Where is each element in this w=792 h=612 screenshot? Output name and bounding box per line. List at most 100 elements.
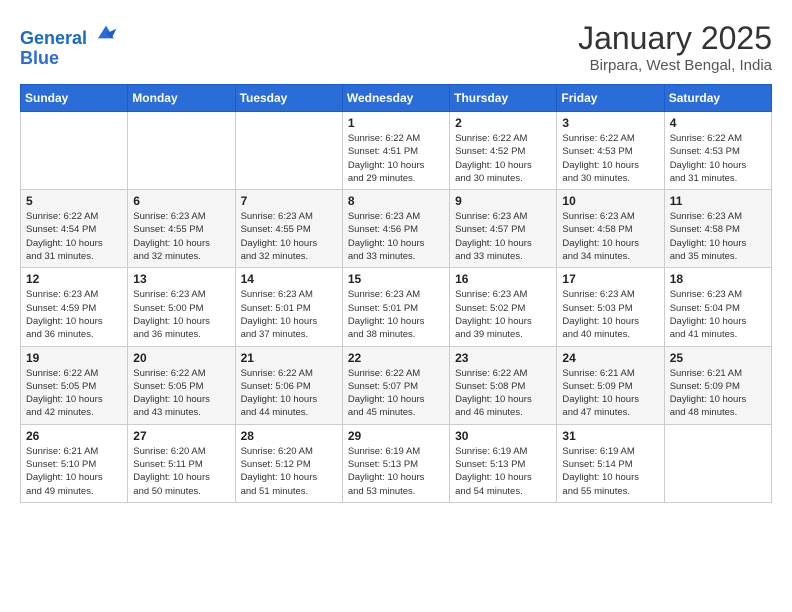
day-number: 27 (133, 429, 229, 443)
calendar-cell: 6Sunrise: 6:23 AM Sunset: 4:55 PM Daylig… (128, 190, 235, 268)
day-info: Sunrise: 6:21 AM Sunset: 5:10 PM Dayligh… (26, 445, 122, 498)
day-number: 16 (455, 272, 551, 286)
day-info: Sunrise: 6:23 AM Sunset: 5:02 PM Dayligh… (455, 288, 551, 341)
day-info: Sunrise: 6:22 AM Sunset: 5:08 PM Dayligh… (455, 367, 551, 420)
day-info: Sunrise: 6:20 AM Sunset: 5:11 PM Dayligh… (133, 445, 229, 498)
day-number: 8 (348, 194, 444, 208)
day-number: 11 (670, 194, 766, 208)
calendar-cell: 30 Sunrise: 6:19 AM Sunset: 5:13 PM Dayli… (450, 424, 557, 502)
day-number: 28 (241, 429, 337, 443)
day-info: Sunrise: 6:20 AM Sunset: 5:12 PM Dayligh… (241, 445, 337, 498)
day-number: 4 (670, 116, 766, 130)
day-info: Sunrise: 6:21 AM Sunset: 5:09 PM Dayligh… (562, 367, 658, 420)
day-number: 14 (241, 272, 337, 286)
day-number: 3 (562, 116, 658, 130)
calendar-cell: 21Sunrise: 6:22 AM Sunset: 5:06 PM Dayli… (235, 346, 342, 424)
day-info: Sunrise: 6:23 AM Sunset: 4:59 PM Dayligh… (26, 288, 122, 341)
day-info: Sunrise: 6:22 AM Sunset: 4:52 PM Dayligh… (455, 132, 551, 185)
weekday-header-friday: Friday (557, 85, 664, 112)
calendar-cell: 23 Sunrise: 6:22 AM Sunset: 5:08 PM Dayli… (450, 346, 557, 424)
calendar-cell: 3 Sunrise: 6:22 AM Sunset: 4:53 PM Daylig… (557, 112, 664, 190)
day-info: Sunrise: 6:21 AM Sunset: 5:09 PM Dayligh… (670, 367, 766, 420)
day-number: 5 (26, 194, 122, 208)
day-info: Sunrise: 6:22 AM Sunset: 4:53 PM Dayligh… (562, 132, 658, 185)
calendar-cell: 24Sunrise: 6:21 AM Sunset: 5:09 PM Dayli… (557, 346, 664, 424)
day-info: Sunrise: 6:22 AM Sunset: 5:06 PM Dayligh… (241, 367, 337, 420)
day-info: Sunrise: 6:23 AM Sunset: 4:55 PM Dayligh… (241, 210, 337, 263)
logo-blue-text: Blue (20, 49, 118, 67)
calendar-cell: 25Sunrise: 6:21 AM Sunset: 5:09 PM Dayli… (664, 346, 771, 424)
weekday-header-tuesday: Tuesday (235, 85, 342, 112)
calendar-cell: 14 Sunrise: 6:23 AM Sunset: 5:01 PM Dayli… (235, 268, 342, 346)
calendar-cell: 5 Sunrise: 6:22 AM Sunset: 4:54 PM Daylig… (21, 190, 128, 268)
location: Birpara, West Bengal, India (578, 57, 772, 74)
calendar-cell (235, 112, 342, 190)
day-number: 31 (562, 429, 658, 443)
calendar-cell: 12 Sunrise: 6:23 AM Sunset: 4:59 PM Dayli… (21, 268, 128, 346)
page-header: General Blue January 2025 Birpara, West … (20, 20, 772, 74)
logo-text: General (20, 20, 118, 49)
calendar-cell: 13 Sunrise: 6:23 AM Sunset: 5:00 PM Dayli… (128, 268, 235, 346)
calendar-cell: 7 Sunrise: 6:23 AM Sunset: 4:55 PM Daylig… (235, 190, 342, 268)
title-block: January 2025 Birpara, West Bengal, India (578, 20, 772, 74)
day-number: 9 (455, 194, 551, 208)
calendar-cell: 16 Sunrise: 6:23 AM Sunset: 5:02 PM Dayli… (450, 268, 557, 346)
month-title: January 2025 (578, 20, 772, 57)
day-number: 1 (348, 116, 444, 130)
logo: General Blue (20, 20, 118, 67)
day-info: Sunrise: 6:23 AM Sunset: 5:01 PM Dayligh… (241, 288, 337, 341)
day-info: Sunrise: 6:22 AM Sunset: 5:05 PM Dayligh… (133, 367, 229, 420)
weekday-header-saturday: Saturday (664, 85, 771, 112)
day-number: 23 (455, 351, 551, 365)
day-info: Sunrise: 6:23 AM Sunset: 4:55 PM Dayligh… (133, 210, 229, 263)
day-info: Sunrise: 6:22 AM Sunset: 4:51 PM Dayligh… (348, 132, 444, 185)
day-number: 18 (670, 272, 766, 286)
calendar-cell: 22Sunrise: 6:22 AM Sunset: 5:07 PM Dayli… (342, 346, 449, 424)
calendar: SundayMondayTuesdayWednesdayThursdayFrid… (20, 84, 772, 503)
calendar-cell: 19Sunrise: 6:22 AM Sunset: 5:05 PM Dayli… (21, 346, 128, 424)
day-number: 17 (562, 272, 658, 286)
day-info: Sunrise: 6:19 AM Sunset: 5:13 PM Dayligh… (455, 445, 551, 498)
day-info: Sunrise: 6:22 AM Sunset: 5:05 PM Dayligh… (26, 367, 122, 420)
day-info: Sunrise: 6:19 AM Sunset: 5:13 PM Dayligh… (348, 445, 444, 498)
day-info: Sunrise: 6:22 AM Sunset: 4:54 PM Dayligh… (26, 210, 122, 263)
day-number: 30 (455, 429, 551, 443)
calendar-cell (664, 424, 771, 502)
day-info: Sunrise: 6:19 AM Sunset: 5:14 PM Dayligh… (562, 445, 658, 498)
weekday-header-thursday: Thursday (450, 85, 557, 112)
day-info: Sunrise: 6:23 AM Sunset: 4:56 PM Dayligh… (348, 210, 444, 263)
calendar-cell: 8 Sunrise: 6:23 AM Sunset: 4:56 PM Daylig… (342, 190, 449, 268)
day-number: 20 (133, 351, 229, 365)
calendar-cell (21, 112, 128, 190)
day-number: 13 (133, 272, 229, 286)
day-number: 22 (348, 351, 444, 365)
calendar-cell: 26 Sunrise: 6:21 AM Sunset: 5:10 PM Dayli… (21, 424, 128, 502)
calendar-week-1: 1 Sunrise: 6:22 AM Sunset: 4:51 PM Daylig… (21, 112, 772, 190)
day-number: 7 (241, 194, 337, 208)
day-number: 26 (26, 429, 122, 443)
day-number: 12 (26, 272, 122, 286)
day-info: Sunrise: 6:23 AM Sunset: 5:01 PM Dayligh… (348, 288, 444, 341)
calendar-cell: 9 Sunrise: 6:23 AM Sunset: 4:57 PM Daylig… (450, 190, 557, 268)
day-info: Sunrise: 6:23 AM Sunset: 4:58 PM Dayligh… (562, 210, 658, 263)
weekday-header-monday: Monday (128, 85, 235, 112)
day-number: 29 (348, 429, 444, 443)
calendar-cell: 1 Sunrise: 6:22 AM Sunset: 4:51 PM Daylig… (342, 112, 449, 190)
weekday-header-wednesday: Wednesday (342, 85, 449, 112)
day-info: Sunrise: 6:23 AM Sunset: 5:00 PM Dayligh… (133, 288, 229, 341)
day-info: Sunrise: 6:23 AM Sunset: 4:58 PM Dayligh… (670, 210, 766, 263)
calendar-cell: 10Sunrise: 6:23 AM Sunset: 4:58 PM Dayli… (557, 190, 664, 268)
day-number: 2 (455, 116, 551, 130)
calendar-cell: 28 Sunrise: 6:20 AM Sunset: 5:12 PM Dayli… (235, 424, 342, 502)
calendar-cell (128, 112, 235, 190)
day-info: Sunrise: 6:23 AM Sunset: 4:57 PM Dayligh… (455, 210, 551, 263)
calendar-cell: 29 Sunrise: 6:19 AM Sunset: 5:13 PM Dayli… (342, 424, 449, 502)
calendar-cell: 15 Sunrise: 6:23 AM Sunset: 5:01 PM Dayli… (342, 268, 449, 346)
logo-icon (94, 20, 118, 44)
calendar-cell: 17 Sunrise: 6:23 AM Sunset: 5:03 PM Dayli… (557, 268, 664, 346)
weekday-header-row: SundayMondayTuesdayWednesdayThursdayFrid… (21, 85, 772, 112)
day-info: Sunrise: 6:23 AM Sunset: 5:03 PM Dayligh… (562, 288, 658, 341)
calendar-cell: 27 Sunrise: 6:20 AM Sunset: 5:11 PM Dayli… (128, 424, 235, 502)
day-number: 15 (348, 272, 444, 286)
calendar-week-5: 26 Sunrise: 6:21 AM Sunset: 5:10 PM Dayli… (21, 424, 772, 502)
